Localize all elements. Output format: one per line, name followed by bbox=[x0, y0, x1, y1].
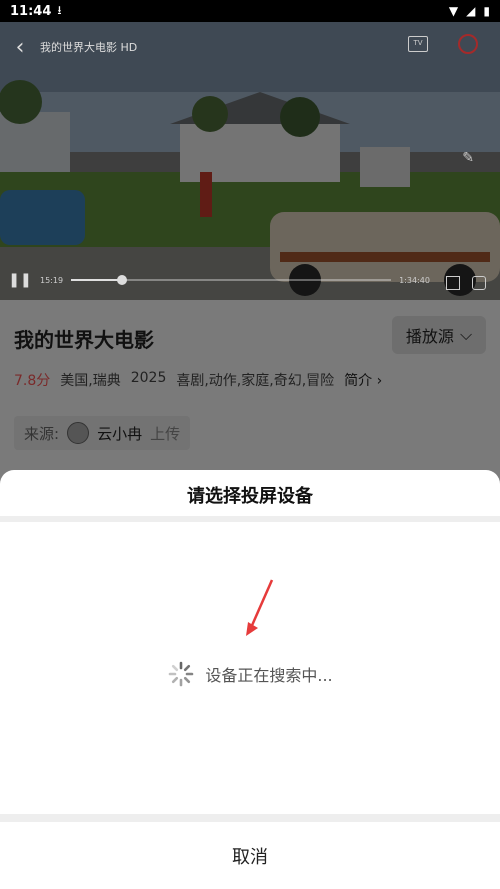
battery-icon: ▮ bbox=[483, 4, 490, 18]
movie-info: 我的世界大电影 播放源 ⌵ 7.8分 美国,瑞典 2025 喜剧,动作,家庭,奇… bbox=[0, 300, 500, 470]
pause-icon[interactable]: ❚❚ bbox=[0, 272, 40, 288]
status-bar: 11:44 ⭳ ▼ ◢ ▮ bbox=[0, 0, 500, 22]
wifi-icon: ▼ bbox=[448, 4, 459, 18]
annotation-arrow-icon bbox=[246, 579, 274, 636]
region: 美国,瑞典 bbox=[60, 373, 121, 389]
download-icon: ⭳ bbox=[57, 2, 62, 17]
total-time: 1:34:40 bbox=[399, 275, 430, 285]
divider bbox=[0, 516, 500, 522]
status-time: 11:44 bbox=[10, 3, 52, 19]
cast-tv-icon[interactable]: TV bbox=[408, 36, 428, 52]
divider bbox=[0, 814, 500, 822]
video-player[interactable]: ‹ 我的世界大电影 HD TV ✎ ❚❚ 15:19 1:34:40 bbox=[0, 22, 500, 300]
searching-status: 设备正在搜索中... bbox=[0, 660, 500, 688]
player-title: 我的世界大电影 HD bbox=[40, 41, 138, 54]
uploader-badge[interactable]: 来源: 云小冉 上传 bbox=[14, 416, 191, 450]
movie-meta: 7.8分 美国,瑞典 2025 喜剧,动作,家庭,奇幻,冒险 简介 › bbox=[14, 370, 382, 390]
uploader-suffix: 上传 bbox=[150, 424, 181, 443]
record-icon[interactable] bbox=[458, 34, 478, 54]
rotate-icon[interactable] bbox=[472, 276, 486, 290]
seek-bar[interactable] bbox=[71, 275, 392, 285]
movie-title: 我的世界大电影 bbox=[14, 328, 154, 352]
back-icon[interactable]: ‹ bbox=[0, 35, 40, 60]
sheet-title: 请选择投屏设备 bbox=[187, 486, 313, 507]
chevron-down-icon: ⌵ bbox=[459, 325, 473, 344]
signal-icon: ◢ bbox=[466, 4, 476, 18]
loading-spinner-icon bbox=[169, 661, 194, 687]
playback-controls: ❚❚ 15:19 1:34:40 bbox=[0, 270, 500, 290]
source-button-label: 播放源 bbox=[405, 327, 454, 346]
uploader-name: 云小冉 bbox=[97, 424, 143, 443]
cancel-button[interactable]: 取消 bbox=[0, 822, 500, 889]
intro-link[interactable]: 简介 › bbox=[344, 370, 382, 390]
avatar bbox=[67, 422, 90, 444]
elapsed-time: 15:19 bbox=[40, 275, 64, 285]
fullscreen-icon[interactable] bbox=[446, 276, 460, 290]
cast-device-sheet: 请选择投屏设备 设备正在搜索中... 取消 bbox=[0, 470, 500, 889]
source-button[interactable]: 播放源 ⌵ bbox=[392, 316, 486, 354]
seek-bar-thumb[interactable] bbox=[117, 275, 128, 285]
searching-text: 设备正在搜索中... bbox=[205, 666, 333, 685]
genres: 喜剧,动作,家庭,奇幻,冒险 bbox=[176, 373, 335, 389]
year: 2025 bbox=[130, 370, 167, 386]
pencil-icon[interactable]: ✎ bbox=[462, 150, 474, 166]
seek-bar-fill bbox=[71, 279, 123, 281]
source-label: 来源: bbox=[24, 424, 60, 443]
status-icons: ▼ ◢ ▮ bbox=[449, 4, 490, 18]
rating: 7.8分 bbox=[14, 373, 51, 389]
